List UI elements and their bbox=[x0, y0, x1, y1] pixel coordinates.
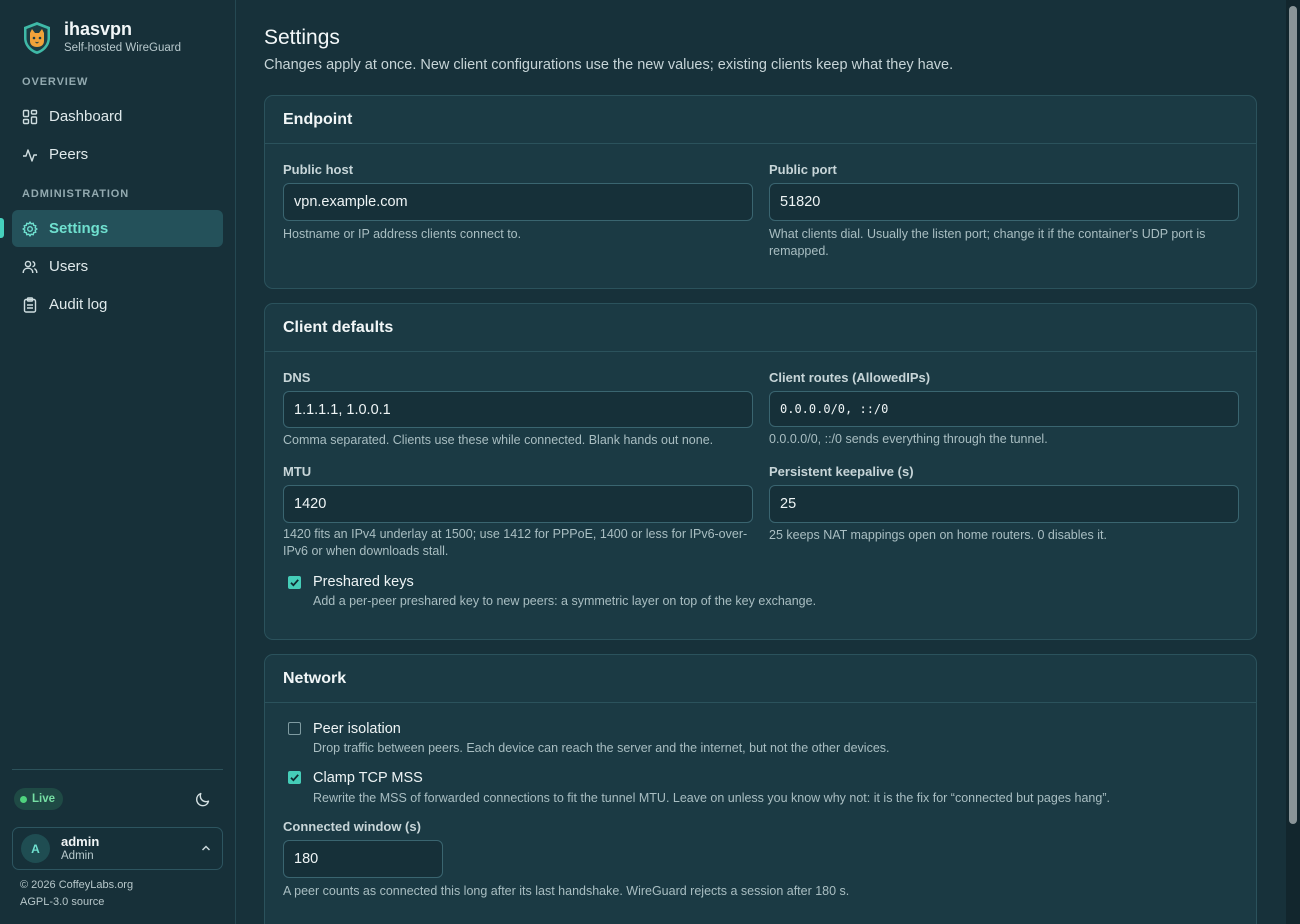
active-indicator bbox=[0, 218, 4, 238]
mtu-label: MTU bbox=[283, 464, 312, 479]
avatar: A bbox=[21, 834, 50, 863]
clamp-mss-checkbox[interactable] bbox=[288, 771, 301, 784]
clamp-mss-hint: Rewrite the MSS of forwarded connections… bbox=[313, 791, 1110, 805]
footer-copyright: © 2026 CoffeyLabs.org bbox=[20, 879, 134, 891]
dns-label: DNS bbox=[283, 370, 311, 385]
cat-shield-icon bbox=[24, 21, 50, 54]
status-label: Live bbox=[32, 793, 56, 805]
chevron-up-icon bbox=[201, 845, 211, 851]
sidebar-item-label: Audit log bbox=[49, 296, 108, 313]
scrollbar-thumb[interactable] bbox=[1289, 6, 1297, 824]
connected-window-input[interactable]: 180 bbox=[283, 840, 443, 878]
peer-isolation-checkbox[interactable] bbox=[288, 722, 301, 735]
sidebar-item-dashboard[interactable]: Dashboard bbox=[12, 98, 223, 135]
mtu-input[interactable]: 1420 bbox=[283, 485, 753, 523]
keepalive-input[interactable]: 25 bbox=[769, 485, 1239, 523]
preshared-keys-hint: Add a per-peer preshared key to new peer… bbox=[313, 594, 817, 608]
public-host-input[interactable]: vpn.example.com bbox=[283, 183, 753, 221]
brand-subtitle: Self-hosted WireGuard bbox=[64, 42, 181, 54]
keepalive-label: Persistent keepalive (s) bbox=[769, 464, 914, 479]
dns-hint: Comma separated. Clients use these while… bbox=[283, 433, 714, 447]
page-title: Settings bbox=[264, 26, 340, 49]
brand[interactable]: ihasvpn Self-hosted WireGuard bbox=[22, 19, 181, 56]
public-port-hint: What clients dial. Usually the listen po… bbox=[769, 227, 1206, 258]
connected-window-label: Connected window (s) bbox=[283, 819, 421, 834]
checkmark-icon bbox=[290, 774, 299, 782]
public-port-input[interactable]: 51820 bbox=[769, 183, 1239, 221]
theme-toggle-button[interactable] bbox=[194, 790, 212, 808]
peer-isolation-hint: Drop traffic between peers. Each device … bbox=[313, 741, 890, 755]
clamp-mss-label[interactable]: Clamp TCP MSS bbox=[313, 770, 423, 786]
keepalive-hint: 25 keeps NAT mappings open on home route… bbox=[769, 528, 1107, 542]
public-host-hint: Hostname or IP address clients connect t… bbox=[283, 227, 522, 241]
connected-window-hint: A peer counts as connected this long aft… bbox=[283, 884, 850, 898]
gear-icon bbox=[22, 220, 38, 237]
footer-license-link[interactable]: AGPL-3.0 source bbox=[20, 896, 104, 908]
client-routes-input[interactable]: 0.0.0.0/0, ::/0 bbox=[769, 391, 1239, 427]
activity-pulse-icon bbox=[22, 147, 38, 163]
user-role: Admin bbox=[61, 850, 94, 862]
peer-isolation-label[interactable]: Peer isolation bbox=[313, 721, 401, 737]
sidebar-divider bbox=[12, 769, 223, 770]
sidebar-item-label: Settings bbox=[49, 220, 109, 237]
card-title: Client defaults bbox=[265, 304, 1256, 352]
sidebar: ihasvpn Self-hosted WireGuard OVERVIEW D… bbox=[0, 0, 236, 924]
nav-section-overview: OVERVIEW bbox=[22, 76, 89, 88]
sidebar-item-label: Peers bbox=[49, 146, 89, 163]
card-title: Endpoint bbox=[265, 96, 1256, 144]
user-name: admin bbox=[61, 834, 100, 849]
dns-input[interactable]: 1.1.1.1, 1.0.0.1 bbox=[283, 391, 753, 428]
moon-icon bbox=[196, 792, 210, 807]
public-host-label: Public host bbox=[283, 162, 354, 177]
sidebar-item-peers[interactable]: Peers bbox=[12, 136, 223, 173]
clipboard-icon bbox=[22, 296, 38, 313]
checkmark-icon bbox=[290, 579, 299, 587]
users-icon bbox=[22, 259, 38, 275]
sidebar-item-settings[interactable]: Settings bbox=[12, 210, 223, 247]
public-port-label: Public port bbox=[769, 162, 837, 177]
card-title: Network bbox=[265, 655, 1256, 703]
dashboard-grid-icon bbox=[22, 109, 38, 125]
endpoint-card: Endpoint Public host vpn.example.com Hos… bbox=[264, 95, 1257, 289]
scrollbar[interactable] bbox=[1286, 0, 1300, 924]
sidebar-item-label: Dashboard bbox=[49, 108, 123, 125]
brand-name: ihasvpn bbox=[64, 19, 133, 39]
preshared-keys-label[interactable]: Preshared keys bbox=[313, 574, 414, 590]
status-badge: Live bbox=[14, 788, 64, 810]
network-card: Network Peer isolation Drop traffic betw… bbox=[264, 654, 1257, 924]
nav-section-administration: ADMINISTRATION bbox=[22, 188, 130, 200]
sidebar-item-users[interactable]: Users bbox=[12, 248, 223, 285]
preshared-keys-checkbox[interactable] bbox=[288, 576, 301, 589]
live-dot-icon bbox=[20, 795, 27, 803]
mtu-hint: 1420 fits an IPv4 underlay at 1500; use … bbox=[283, 527, 748, 558]
page-subtitle: Changes apply at once. New client config… bbox=[264, 57, 954, 73]
client-defaults-card: Client defaults DNS 1.1.1.1, 1.0.0.1 Com… bbox=[264, 303, 1257, 640]
client-routes-hint: 0.0.0.0/0, ::/0 sends everything through… bbox=[769, 432, 1048, 446]
sidebar-item-audit-log[interactable]: Audit log bbox=[12, 286, 223, 323]
client-routes-label: Client routes (AllowedIPs) bbox=[769, 370, 931, 385]
user-menu[interactable]: A admin Admin bbox=[12, 827, 223, 870]
sidebar-item-label: Users bbox=[49, 258, 89, 275]
